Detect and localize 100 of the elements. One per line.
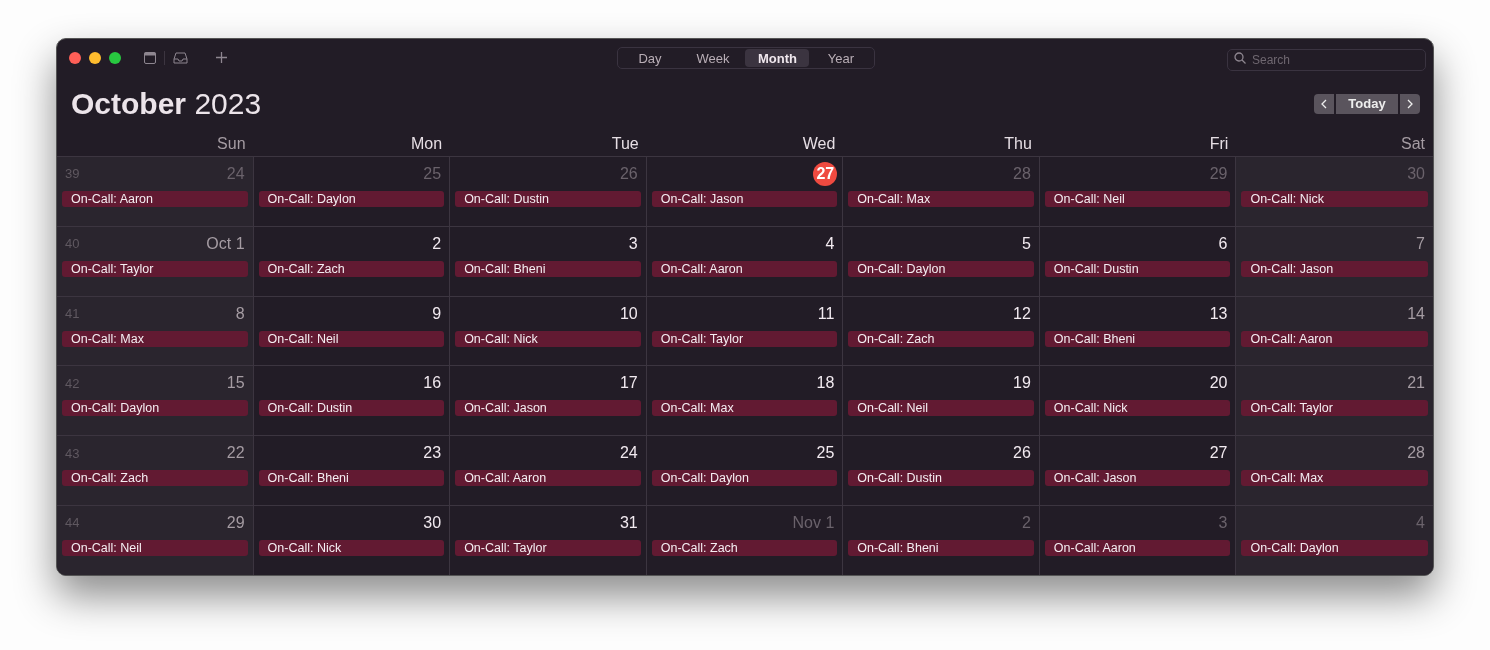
event-bar[interactable]: On-Call: Nick bbox=[455, 330, 641, 347]
event-bar[interactable]: On-Call: Aaron bbox=[62, 191, 248, 207]
calendar-icon[interactable] bbox=[144, 51, 156, 64]
view-tab[interactable]: Day bbox=[619, 49, 681, 67]
event-bar[interactable]: On-Call: Bheni bbox=[848, 540, 1034, 557]
weekday-label: Tue bbox=[611, 134, 639, 154]
day-number[interactable]: 6 bbox=[1218, 231, 1228, 256]
day-number[interactable]: 27 bbox=[1209, 441, 1228, 466]
weekday-label: Thu bbox=[1004, 134, 1032, 154]
event-bar[interactable]: On-Call: Neil bbox=[848, 400, 1034, 417]
weekday-label: Fri bbox=[1209, 134, 1229, 154]
day-number[interactable]: 7 bbox=[1416, 231, 1425, 256]
event-bar[interactable]: On-Call: Dustin bbox=[258, 400, 445, 417]
day-number[interactable]: 25 bbox=[816, 441, 835, 466]
search-icon bbox=[1234, 52, 1246, 64]
search-field[interactable]: Search bbox=[1227, 49, 1426, 71]
day-number[interactable]: 28 bbox=[1407, 441, 1425, 466]
year-title: 2023 bbox=[194, 87, 262, 120]
event-bar[interactable]: On-Call: Dustin bbox=[455, 191, 641, 207]
event-bar[interactable]: On-Call: Neil bbox=[62, 540, 248, 557]
event-bar[interactable]: On-Call: Zach bbox=[848, 330, 1034, 347]
event-bar[interactable]: On-Call: Jason bbox=[1241, 260, 1428, 277]
event-bar[interactable]: On-Call: Zach bbox=[258, 260, 445, 277]
day-number[interactable]: 17 bbox=[619, 371, 638, 396]
day-number[interactable]: 26 bbox=[1013, 441, 1031, 466]
day-number[interactable]: 2 bbox=[432, 231, 442, 256]
day-number[interactable]: 13 bbox=[1209, 301, 1228, 326]
day-number[interactable]: Oct 1 bbox=[206, 231, 245, 256]
day-number[interactable]: 29 bbox=[226, 511, 245, 536]
day-number[interactable]: 19 bbox=[1013, 371, 1031, 396]
day-number[interactable]: 16 bbox=[423, 371, 442, 396]
event-bar[interactable]: On-Call: Aaron bbox=[651, 260, 838, 277]
day-number[interactable]: 23 bbox=[423, 441, 442, 466]
day-number[interactable]: 12 bbox=[1013, 301, 1031, 326]
event-bar[interactable]: On-Call: Dustin bbox=[1044, 260, 1231, 277]
event-bar[interactable]: On-Call: Zach bbox=[62, 470, 248, 487]
event-bar[interactable]: On-Call: Neil bbox=[258, 330, 445, 347]
close-button[interactable] bbox=[69, 51, 81, 64]
event-bar[interactable]: On-Call: Daylon bbox=[848, 260, 1034, 277]
day-number[interactable]: 24 bbox=[619, 441, 638, 466]
event-bar[interactable]: On-Call: Taylor bbox=[455, 540, 641, 557]
day-number[interactable]: 21 bbox=[1407, 371, 1425, 396]
chevron-left-icon bbox=[1321, 99, 1327, 109]
day-number[interactable]: 18 bbox=[816, 371, 835, 396]
event-bar[interactable]: On-Call: Bheni bbox=[1044, 330, 1231, 347]
next-button[interactable] bbox=[1400, 94, 1420, 114]
chevron-right-icon bbox=[1407, 99, 1413, 109]
weekday-label: Sat bbox=[1400, 134, 1425, 154]
event-bar[interactable]: On-Call: Max bbox=[848, 191, 1034, 207]
weekday-label: Wed bbox=[802, 134, 836, 154]
event-bar[interactable]: On-Call: Taylor bbox=[1241, 400, 1428, 417]
event-bar[interactable]: On-Call: Daylon bbox=[258, 191, 445, 207]
weekday-label: Mon bbox=[411, 134, 443, 154]
today-button[interactable]: Today bbox=[1336, 94, 1398, 114]
day-number[interactable]: 15 bbox=[226, 371, 245, 396]
day-number[interactable]: 14 bbox=[1407, 301, 1425, 326]
day-number[interactable]: 4 bbox=[825, 231, 835, 256]
day-number[interactable]: 9 bbox=[432, 301, 442, 326]
event-bar[interactable]: On-Call: Nick bbox=[258, 540, 445, 557]
day-number[interactable]: 11 bbox=[817, 301, 835, 326]
event-bar[interactable]: On-Call: Daylon bbox=[1241, 540, 1428, 557]
event-bar[interactable]: On-Call: Nick bbox=[1044, 400, 1231, 417]
event-bar[interactable]: On-Call: Jason bbox=[1044, 470, 1231, 487]
previous-button[interactable] bbox=[1314, 94, 1334, 114]
event-bar[interactable]: On-Call: Bheni bbox=[455, 260, 641, 277]
event-bar[interactable]: On-Call: Max bbox=[651, 400, 838, 417]
event-bar[interactable]: On-Call: Aaron bbox=[455, 470, 641, 487]
event-bar[interactable]: On-Call: Dustin bbox=[848, 470, 1034, 487]
event-bar[interactable]: On-Call: Bheni bbox=[258, 470, 445, 487]
view-tab[interactable]: Month bbox=[745, 49, 809, 67]
view-tab[interactable]: Year bbox=[809, 49, 873, 67]
weekday-label: Sun bbox=[217, 134, 246, 154]
event-bar[interactable]: On-Call: Aaron bbox=[1044, 540, 1231, 557]
event-bar[interactable]: On-Call: Aaron bbox=[1241, 330, 1428, 347]
event-bar[interactable]: On-Call: Daylon bbox=[62, 400, 248, 417]
day-number[interactable]: 22 bbox=[226, 441, 245, 466]
event-bar[interactable]: On-Call: Max bbox=[1241, 470, 1428, 487]
event-bar[interactable]: On-Call: Jason bbox=[651, 191, 838, 207]
view-tab[interactable]: Week bbox=[681, 49, 745, 67]
day-number[interactable]: 30 bbox=[423, 511, 442, 536]
zoom-button[interactable] bbox=[109, 51, 121, 64]
event-bar[interactable]: On-Call: Taylor bbox=[651, 330, 838, 347]
day-number[interactable]: 8 bbox=[235, 301, 245, 326]
day-number[interactable]: 10 bbox=[619, 301, 638, 326]
day-number[interactable]: 3 bbox=[628, 231, 638, 256]
event-bar[interactable]: On-Call: Nick bbox=[1241, 191, 1428, 207]
event-bar[interactable]: On-Call: Daylon bbox=[651, 470, 838, 487]
day-number[interactable]: 31 bbox=[619, 511, 638, 536]
minimize-button[interactable] bbox=[89, 51, 101, 64]
month-title: October bbox=[71, 87, 187, 120]
day-number[interactable]: 5 bbox=[1021, 231, 1031, 256]
day-number[interactable]: 27 bbox=[813, 162, 838, 186]
event-bar[interactable]: On-Call: Taylor bbox=[62, 260, 248, 277]
event-bar[interactable]: On-Call: Jason bbox=[455, 400, 641, 417]
event-bar[interactable]: On-Call: Zach bbox=[651, 540, 838, 557]
plus-icon[interactable] bbox=[216, 52, 227, 63]
day-number[interactable]: 20 bbox=[1209, 371, 1228, 396]
event-bar[interactable]: On-Call: Max bbox=[62, 330, 248, 347]
inbox-icon[interactable] bbox=[173, 51, 188, 64]
event-bar[interactable]: On-Call: Neil bbox=[1044, 191, 1231, 207]
